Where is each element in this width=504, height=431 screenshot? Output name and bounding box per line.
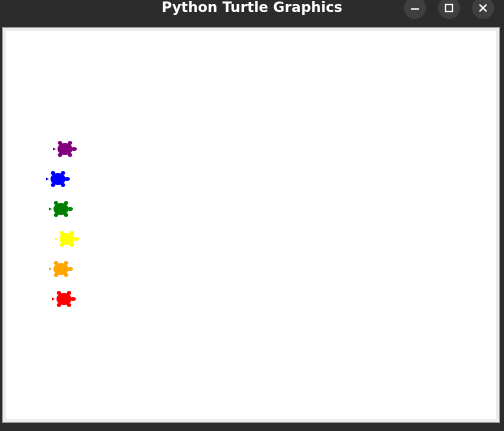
turtle-drawing (46, 141, 79, 307)
turtle-orange (49, 261, 73, 277)
minimize-icon (411, 8, 419, 10)
turtle-red (52, 291, 76, 307)
turtle-blue (46, 171, 70, 187)
turtle-purple (53, 141, 77, 157)
close-icon (478, 3, 488, 13)
maximize-icon (444, 3, 454, 13)
title-bar[interactable]: Python Turtle Graphics (0, 0, 504, 27)
canvas-frame (2, 27, 500, 423)
window-bottom-edge (0, 423, 504, 431)
turtle-canvas[interactable] (6, 31, 496, 419)
turtle-yellow (55, 231, 79, 247)
turtle-green (49, 201, 73, 217)
window-title: Python Turtle Graphics (161, 0, 343, 16)
